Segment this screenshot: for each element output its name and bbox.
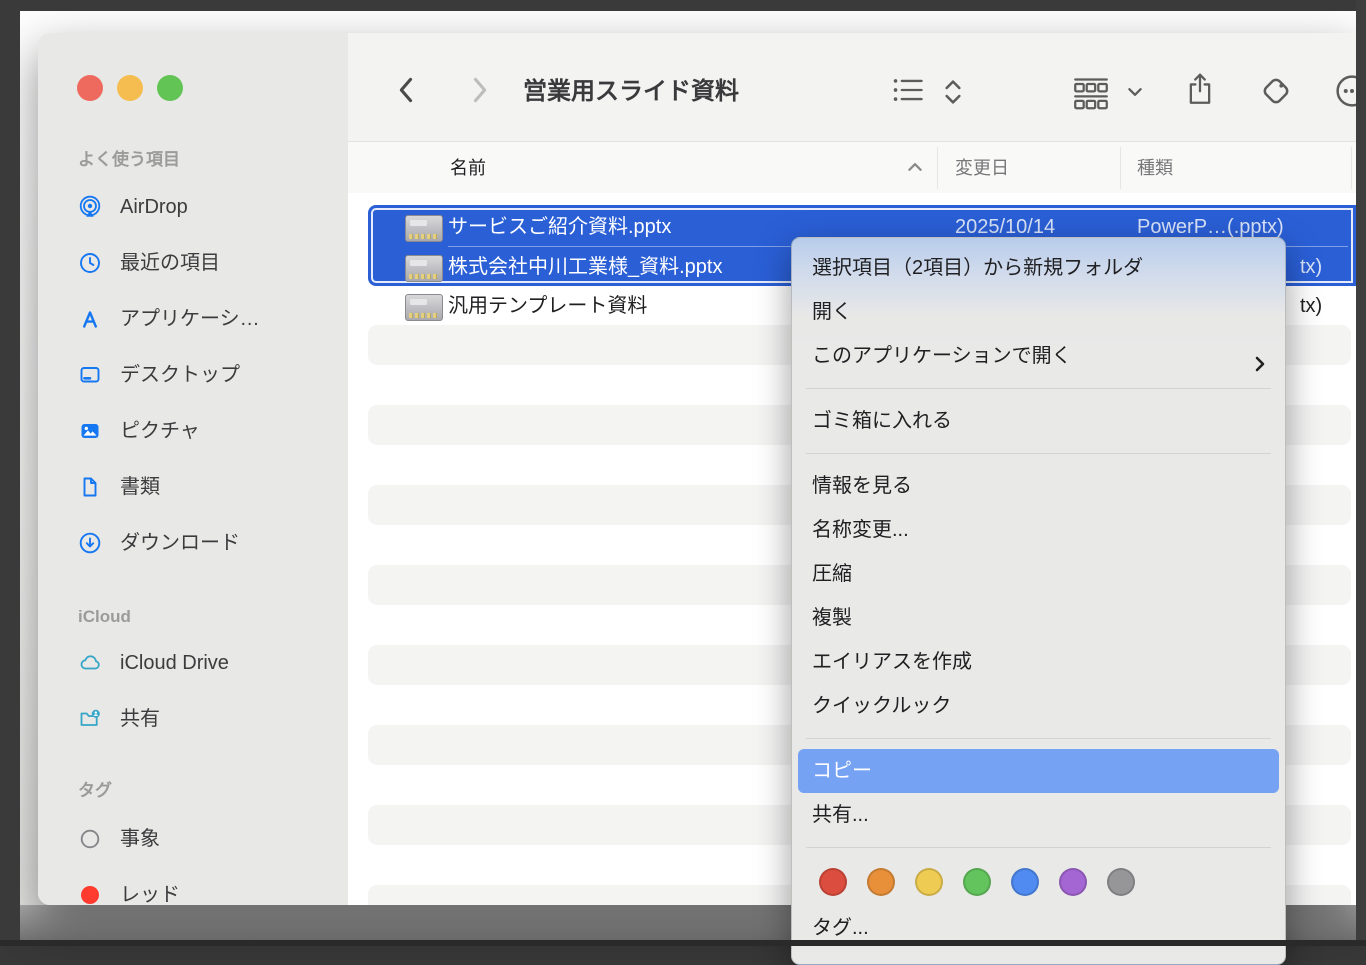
sidebar-item-label: ピクチャ — [120, 411, 200, 451]
pictures-icon — [78, 419, 102, 443]
sidebar-item-tag-red[interactable]: レッド — [38, 875, 348, 905]
menu-item-label: このアプリケーションで開く — [812, 345, 1072, 367]
sidebar-section-icloud: iCloud — [78, 602, 338, 632]
app-store-icon — [78, 307, 102, 331]
column-divider[interactable] — [1351, 147, 1352, 189]
tag-colors-row — [792, 858, 1285, 906]
sidebar-item-downloads[interactable]: ダウンロード — [38, 523, 348, 563]
sidebar-item-recents[interactable]: 最近の項目 — [38, 243, 348, 283]
sidebar-item-pictures[interactable]: ピクチャ — [38, 411, 348, 451]
tag-color-yellow[interactable] — [915, 868, 943, 896]
tag-color-green[interactable] — [963, 868, 991, 896]
column-header-row: 名前 変更日 種類 — [348, 141, 1356, 195]
group-by-button[interactable] — [1070, 75, 1118, 109]
shared-folder-icon — [78, 707, 102, 731]
tag-color-orange[interactable] — [867, 868, 895, 896]
sidebar-section-tags: タグ — [78, 776, 338, 806]
tag-color-gray[interactable] — [1107, 868, 1135, 896]
column-divider[interactable] — [937, 147, 938, 189]
menu-item-move-to-trash[interactable]: ゴミ箱に入れる — [792, 399, 1285, 443]
sidebar-item-label: アプリケーシ… — [120, 299, 260, 339]
toolbar: 営業用スライド資料 — [348, 33, 1356, 141]
menu-item-compress[interactable]: 圧縮 — [792, 552, 1285, 596]
menu-item-new-folder-from-selection[interactable]: 選択項目（2項目）から新規フォルダ — [792, 246, 1285, 290]
menu-item-quick-look[interactable]: クイックルック — [792, 684, 1285, 728]
menu-item-copy[interactable]: コピー — [798, 749, 1279, 793]
clock-icon — [78, 251, 102, 275]
pptx-file-icon — [405, 294, 443, 321]
forward-button[interactable] — [462, 73, 496, 107]
view-sort-chevrons-icon[interactable] — [941, 77, 975, 111]
file-kind-fragment: tx) — [1300, 286, 1322, 326]
sidebar-section-favorites: よく使う項目 — [78, 145, 338, 175]
sidebar-item-label: レッド — [120, 875, 180, 905]
tag-circle-red-icon — [78, 883, 102, 905]
tag-color-blue[interactable] — [1011, 868, 1039, 896]
menu-item-duplicate[interactable]: 複製 — [792, 596, 1285, 640]
sidebar-item-label: 最近の項目 — [120, 243, 220, 283]
sidebar-item-airdrop[interactable]: AirDrop — [38, 187, 348, 227]
file-name: 株式会社中川工業様_資料.pptx — [448, 247, 722, 287]
desktop-icon — [78, 363, 102, 387]
sidebar-item-label: デスクトップ — [120, 355, 240, 395]
menu-item-make-alias[interactable]: エイリアスを作成 — [792, 640, 1285, 684]
download-icon — [78, 531, 102, 555]
frame-left — [0, 0, 20, 946]
column-header-kind[interactable]: 種類 — [1137, 142, 1173, 194]
submenu-chevron-icon — [1253, 346, 1267, 390]
list-view-button[interactable] — [891, 75, 925, 109]
close-window-button[interactable] — [77, 75, 103, 101]
airdrop-icon — [78, 195, 102, 219]
more-options-button[interactable] — [1332, 71, 1356, 105]
tag-color-purple[interactable] — [1059, 868, 1087, 896]
column-divider[interactable] — [1120, 147, 1121, 189]
zoom-window-button[interactable] — [157, 75, 183, 101]
tag-color-red[interactable] — [819, 868, 847, 896]
sidebar-item-label: iCloud Drive — [120, 643, 229, 683]
menu-separator — [806, 738, 1271, 739]
frame-right — [1356, 0, 1366, 946]
sidebar-item-desktop[interactable]: デスクトップ — [38, 355, 348, 395]
window-title: 営業用スライド資料 — [523, 71, 739, 106]
tag-circle-outline-icon — [78, 827, 102, 851]
pptx-file-icon — [405, 255, 443, 282]
sort-ascending-icon — [906, 160, 924, 179]
file-name: サービスご紹介資料.pptx — [448, 207, 671, 247]
menu-item-open[interactable]: 開く — [792, 290, 1285, 334]
column-header-modified[interactable]: 変更日 — [955, 142, 1009, 194]
file-name: 汎用テンプレート資料 — [448, 286, 647, 326]
group-by-chevron-icon[interactable] — [1126, 85, 1160, 119]
frame-top — [0, 0, 1366, 11]
context-menu: 選択項目（2項目）から新規フォルダ 開く このアプリケーションで開く ゴミ箱に入… — [791, 237, 1286, 965]
menu-item-rename[interactable]: 名称変更... — [792, 508, 1285, 552]
sidebar-item-icloud-drive[interactable]: iCloud Drive — [38, 643, 348, 683]
sidebar-item-tag-jisho[interactable]: 事象 — [38, 819, 348, 859]
menu-separator — [806, 847, 1271, 848]
cloud-icon — [78, 651, 102, 675]
document-icon — [78, 475, 102, 499]
sidebar-item-label: 事象 — [120, 819, 160, 859]
menu-item-share[interactable]: 共有... — [792, 793, 1285, 837]
sidebar-item-label: 書類 — [120, 467, 160, 507]
menu-separator — [806, 388, 1271, 389]
sidebar: よく使う項目 AirDrop 最近の項目 アプリケー — [38, 33, 349, 905]
file-kind-fragment: tx) — [1300, 247, 1322, 287]
sidebar-item-label: ダウンロード — [120, 523, 240, 563]
sidebar-item-shared[interactable]: 共有 — [38, 699, 348, 739]
menu-separator — [806, 453, 1271, 454]
menu-item-open-with[interactable]: このアプリケーションで開く — [792, 334, 1285, 378]
minimize-window-button[interactable] — [117, 75, 143, 101]
sidebar-item-label: 共有 — [120, 699, 160, 739]
column-header-name[interactable]: 名前 — [450, 142, 486, 194]
tag-button[interactable] — [1256, 71, 1300, 105]
pptx-file-icon — [405, 215, 443, 242]
back-button[interactable] — [390, 73, 424, 107]
share-button[interactable] — [1184, 69, 1218, 103]
menu-item-get-info[interactable]: 情報を見る — [792, 464, 1285, 508]
sidebar-item-documents[interactable]: 書類 — [38, 467, 348, 507]
frame-bottom — [0, 940, 1366, 946]
sidebar-item-applications[interactable]: アプリケーシ… — [38, 299, 348, 339]
sidebar-item-label: AirDrop — [120, 187, 188, 227]
